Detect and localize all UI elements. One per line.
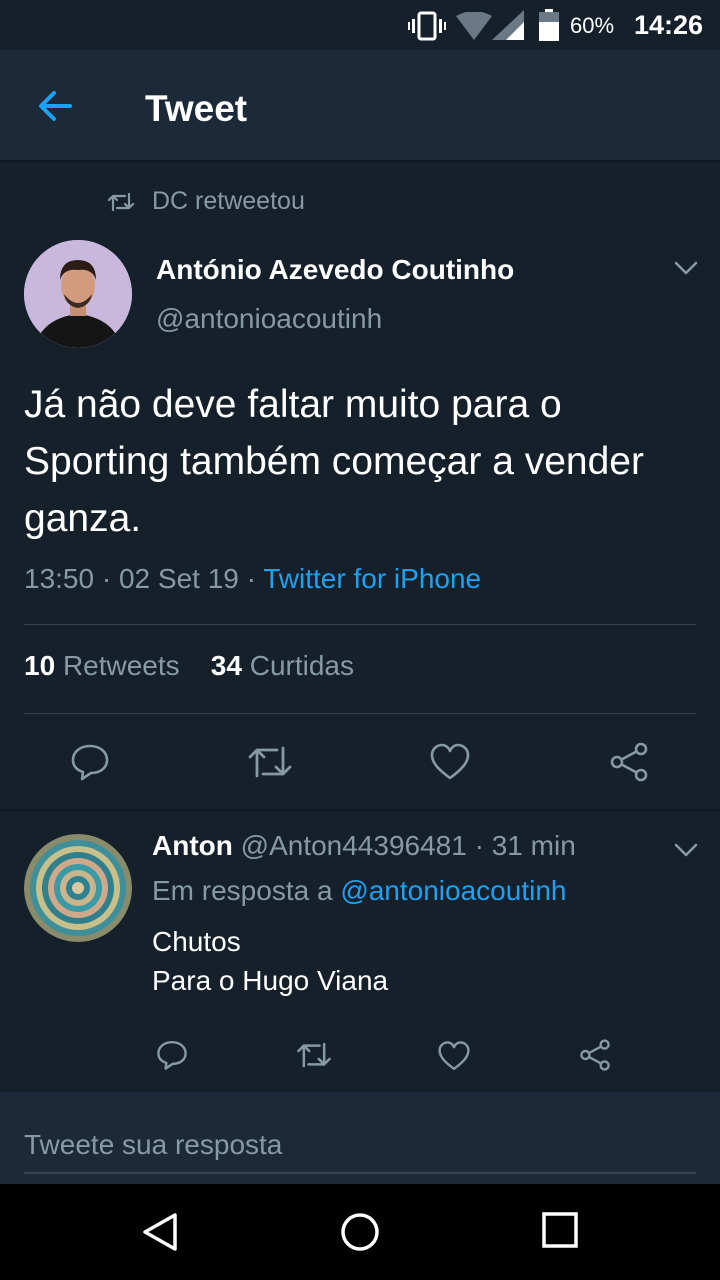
reply-composer bbox=[0, 1092, 720, 1184]
like-icon[interactable] bbox=[429, 742, 471, 782]
author-handle[interactable]: @antonioacoutinh bbox=[156, 303, 382, 335]
share-icon[interactable] bbox=[608, 742, 650, 782]
meta-separator: · bbox=[101, 563, 112, 594]
reply-to-line: Em resposta a @antonioacoutinh bbox=[152, 875, 566, 907]
author-name[interactable]: António Azevedo Coutinho bbox=[156, 254, 514, 286]
signal-icon bbox=[492, 10, 524, 40]
battery-icon bbox=[539, 9, 559, 41]
avatar[interactable] bbox=[24, 240, 132, 348]
reply-to-mention[interactable]: @antonioacoutinh bbox=[340, 875, 566, 906]
reply-text-line: Para o Hugo Viana bbox=[152, 965, 389, 996]
concentric-rings-avatar bbox=[24, 834, 132, 942]
chevron-down-icon[interactable] bbox=[672, 258, 700, 278]
share-icon[interactable] bbox=[578, 1039, 612, 1071]
back-button[interactable] bbox=[30, 84, 80, 128]
meta-separator: · bbox=[246, 563, 256, 594]
retweets-stat[interactable]: 10 Retweets bbox=[24, 650, 180, 681]
reply-icon[interactable] bbox=[70, 742, 110, 782]
likes-stat[interactable]: 34 Curtidas bbox=[211, 650, 354, 681]
reply-time: 31 min bbox=[491, 830, 576, 861]
reply-author-handle[interactable]: @Anton44396481 bbox=[241, 830, 467, 861]
profile-photo bbox=[24, 240, 132, 348]
divider bbox=[24, 713, 696, 714]
home-circle-icon[interactable] bbox=[340, 1212, 380, 1252]
arrow-left-icon bbox=[39, 91, 72, 121]
tweet-time: 13:50 bbox=[24, 563, 95, 594]
tweet-source-link[interactable]: Twitter for iPhone bbox=[263, 563, 481, 594]
retweeted-by-label[interactable]: DC retweetou bbox=[152, 187, 305, 216]
chevron-down-icon[interactable] bbox=[672, 840, 700, 860]
retweet-icon[interactable] bbox=[296, 1039, 332, 1071]
reply-to-prefix: Em resposta a bbox=[152, 875, 333, 906]
page-title: Tweet bbox=[145, 88, 248, 129]
wifi-icon bbox=[456, 12, 492, 40]
vibrate-icon bbox=[408, 11, 446, 41]
tweet-text: Já não deve faltar muito para o Sporting… bbox=[24, 383, 644, 540]
tweet-stats: 10 Retweets 34 Curtidas bbox=[24, 650, 354, 682]
recents-square-icon[interactable] bbox=[542, 1212, 578, 1248]
reply-input[interactable] bbox=[24, 1118, 696, 1174]
retweet-icon[interactable] bbox=[247, 742, 293, 782]
retweets-count: 10 bbox=[24, 650, 56, 681]
system-nav-bar bbox=[0, 1184, 720, 1280]
likes-label: Curtidas bbox=[249, 650, 354, 681]
battery-percent: 60% bbox=[570, 13, 615, 38]
tweet-meta: 13:50 · 02 Set 19 · Twitter for iPhone bbox=[24, 563, 481, 595]
meta-separator: · bbox=[474, 830, 484, 861]
reply-icon[interactable] bbox=[156, 1039, 188, 1071]
back-triangle-icon[interactable] bbox=[140, 1212, 180, 1252]
reply-text-line: Chutos bbox=[152, 926, 241, 957]
reply-header: Anton @Anton44396481 · 31 min bbox=[152, 830, 576, 862]
status-bar: 60% 14:26 bbox=[0, 0, 720, 50]
retweet-icon bbox=[107, 192, 135, 212]
retweets-label: Retweets bbox=[62, 650, 180, 681]
reply-author-name[interactable]: Anton bbox=[152, 830, 233, 861]
clock: 14:26 bbox=[634, 10, 704, 40]
divider bbox=[24, 624, 696, 625]
section-divider bbox=[0, 809, 720, 811]
app-bar: Tweet bbox=[0, 50, 720, 162]
reply-avatar[interactable] bbox=[24, 834, 132, 942]
like-icon[interactable] bbox=[437, 1040, 471, 1072]
likes-count: 34 bbox=[210, 650, 242, 681]
reply-text: Chutos Para o Hugo Viana bbox=[152, 922, 388, 1000]
tweet-date: 02 Set 19 bbox=[118, 563, 239, 594]
